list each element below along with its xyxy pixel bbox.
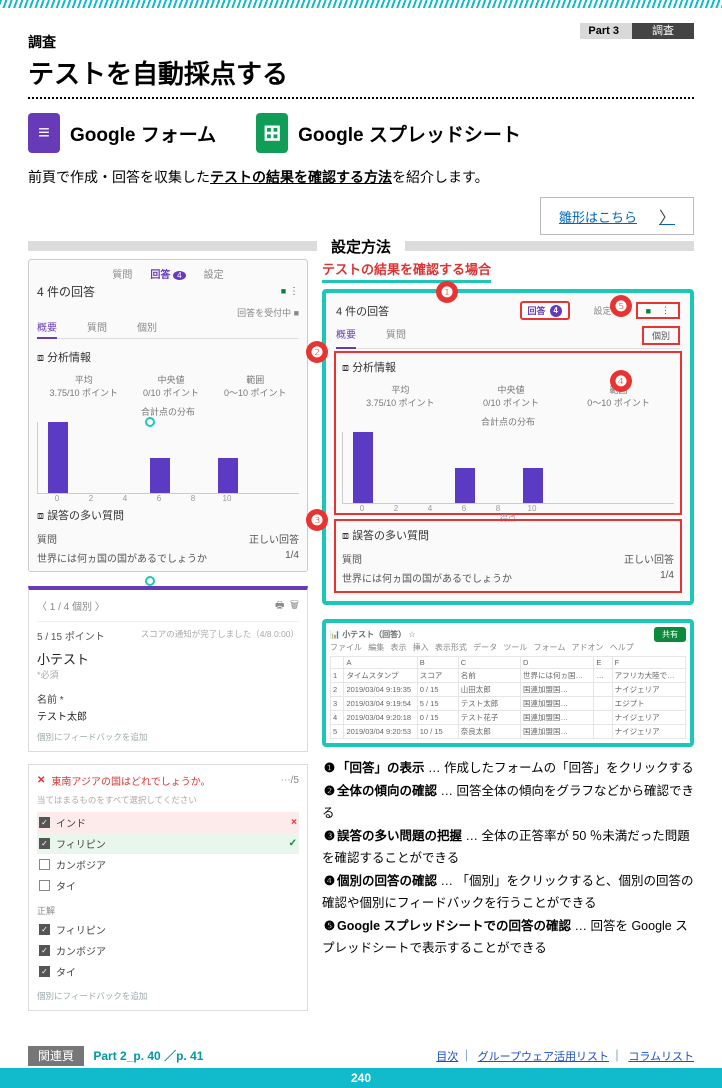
footer-link-toc[interactable]: 目次 (436, 1051, 458, 1063)
google-forms-icon (28, 113, 60, 153)
quiz-option: ✓フィリピン✓ (37, 833, 299, 854)
lede-post: を紹介します。 (392, 169, 489, 185)
callout-4: ❹ (610, 370, 632, 392)
quiz-answer: ✓フィリピン (37, 919, 299, 940)
quiz-question: 東南アジアの国はどれでしょうか。⋯/5 (37, 773, 299, 788)
quiz-hint: 当てはまるものをすべて選択してください (37, 794, 299, 806)
star-icon[interactable]: ☆ (408, 630, 415, 639)
footer-link-groupware[interactable]: グループウェア活用リスト (478, 1051, 609, 1063)
part-tag: Part 3 調査 (580, 22, 694, 38)
lede-pre: 前頁で作成・回答を収集した (28, 169, 210, 185)
forms-tab-settings[interactable]: 設定 (204, 266, 224, 281)
app-name-forms: Google フォーム (70, 120, 216, 147)
template-link-label: 雛形はこちら (559, 207, 637, 226)
subtab-individual-highlight[interactable]: 個別 (642, 326, 680, 345)
correct-answer-heading: 正解 (37, 904, 299, 917)
callout-1: ❶ (436, 281, 458, 303)
section-heading: 設定方法 (317, 236, 405, 257)
template-link-button[interactable]: 雛形はこちら 〉 (540, 197, 694, 235)
google-sheets-icon (256, 113, 288, 153)
individual-response-screenshot: 〈 1 / 4 個別 〉 🖶 🗑 5 / 15 ポイント スコアの通知が完了しま… (28, 586, 308, 752)
forms-summary-screenshot: 質問 回答 4 設定 4 件の回答 ■ ⋮ 回答を受付中 ■ 概要 質問 個別 (28, 259, 308, 572)
page-title: テストを自動採点する (28, 54, 694, 91)
kebab-menu-icon[interactable]: ⋮ (289, 286, 299, 297)
quiz-grading-screenshot: 東南アジアの国はどれでしょうか。⋯/5 当てはまるものをすべて選択してください … (28, 764, 308, 1011)
connector-dot-icon (145, 417, 155, 427)
link-to-sheets-icon[interactable]: ■ (281, 286, 286, 296)
top-hatch (0, 0, 722, 8)
app-list: Google フォーム Google スプレッドシート (28, 113, 694, 153)
quiz-option: タイ (37, 875, 299, 896)
page-footer: 関連頁 Part 2_p. 40 ／p. 41 目次｜ グループウェア活用リスト… (28, 1047, 694, 1064)
share-button[interactable]: 共有 (654, 627, 686, 642)
callout-5: ❺ (610, 295, 632, 317)
subtab-summary[interactable]: 概要 (336, 326, 356, 349)
lede-text: 前頁で作成・回答を収集したテストの結果を確認する方法を紹介します。 (28, 167, 694, 187)
score-note: スコアの通知が完了しました（4/8 0:00） (141, 628, 299, 643)
subtab-question[interactable]: 質問 (87, 319, 107, 335)
region-3: ❸ ⧈ 誤答の多い質問 質問正しい回答 世界には何ヵ国の国があるでしょうか1/4 (334, 519, 682, 593)
lede-underline: テストの結果を確認する方法 (210, 169, 392, 185)
score-stats: 平均3.75/10 ポイント 中央値0/10 ポイント 範囲0～10 ポイント (37, 373, 299, 399)
spreadsheet-menu[interactable]: ファイル 編集 表示 挿入 表示形式 データ ツール フォーム アドオン ヘルプ (330, 642, 686, 653)
feedback-link[interactable]: 個別にフィードバックを追加 (37, 731, 299, 743)
subtab-individual[interactable]: 個別 (137, 319, 157, 335)
delete-icon[interactable]: 🗑 (290, 600, 299, 611)
response-count-title: 4 件の回答 (37, 283, 95, 300)
spreadsheet-grid[interactable]: ABCDEF 1タイムスタンプスコア名前世界には何ヵ国……アフリカ大陸で… 22… (330, 656, 686, 739)
page-number: 240 (0, 1068, 722, 1088)
individual-score: 5 / 15 ポイント (37, 628, 105, 643)
required-note: *必須 (37, 668, 299, 681)
forms-tab-responses[interactable]: 回答 4 (150, 266, 185, 281)
explanation-list: ❶「回答」の表示 … 作成したフォームの「回答」をクリックする ❷全体の傾向の確… (322, 757, 694, 960)
sheets-link-highlight[interactable]: ■ ⋮ (636, 302, 680, 319)
callout-2: ❷ (306, 341, 328, 363)
quiz-option: ✓インド× (37, 812, 299, 833)
miss-row: 世界には何ヵ国の国があるでしょうか1/4 (37, 550, 299, 565)
miss-header: 質問正しい回答 (37, 531, 299, 546)
responses-pill[interactable]: 回答4 (520, 301, 570, 320)
part-number: Part 3 (580, 23, 633, 39)
frequent-miss-title: ⧈ 誤答の多い質問 (37, 507, 299, 525)
subtab-summary[interactable]: 概要 (37, 319, 57, 339)
link-to-sheets-icon: ■ (646, 306, 651, 316)
name-q-value: テスト太郎 (37, 708, 299, 723)
section-bar: 設定方法 (28, 241, 694, 251)
analytics-title: ⧈ 分析情報 (37, 349, 299, 367)
annotated-screenshot: ❶ ❺ 4 件の回答 回答4 設定 ■ ⋮ (322, 289, 694, 605)
connector-dot-icon (145, 576, 155, 586)
chevron-right-icon: 〉 (659, 204, 675, 228)
score-distribution-chart: 合計点の分布 0246810 (37, 405, 299, 497)
print-icon[interactable]: 🖶 (275, 600, 284, 611)
quiz-answer: ✓カンボジア (37, 940, 299, 961)
name-q-label: 名前 * (37, 691, 299, 706)
response-count-title: 4 件の回答 (336, 303, 389, 319)
forms-tab-questions[interactable]: 質問 (112, 266, 132, 281)
related-pages-label: 関連頁 (28, 1046, 84, 1066)
dotted-rule (28, 97, 694, 99)
callout-3: ❸ (306, 509, 328, 531)
form-title: 小テスト (37, 649, 299, 668)
related-pages-link[interactable]: Part 2_p. 40 ／p. 41 (93, 1049, 203, 1063)
part-title: 調査 (632, 23, 694, 39)
response-pager[interactable]: 1 / 4 個別 (50, 602, 92, 613)
kebab-menu-icon: ⋮ (661, 305, 670, 316)
spreadsheet-screenshot: 📊 小テスト（回答） ☆ 共有 ファイル 編集 表示 挿入 表示形式 データ ツ… (322, 619, 694, 747)
quiz-answer: ✓タイ (37, 961, 299, 982)
spreadsheet-title: 小テスト（回答） (342, 630, 406, 639)
footer-link-column[interactable]: コラムリスト (628, 1051, 694, 1063)
feedback-link[interactable]: 個別にフィードバックを追加 (37, 990, 299, 1002)
app-name-sheets: Google スプレッドシート (298, 120, 521, 147)
subtab-question[interactable]: 質問 (386, 326, 406, 345)
quiz-option: カンボジア (37, 854, 299, 875)
case-subheading: テストの結果を確認する場合 (322, 259, 491, 283)
